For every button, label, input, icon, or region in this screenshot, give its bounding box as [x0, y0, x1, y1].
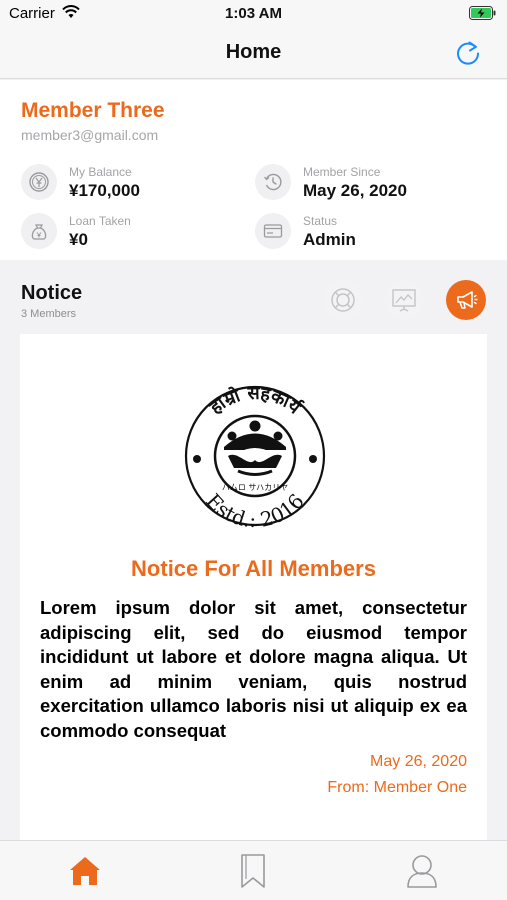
stat-label: Status: [303, 214, 338, 228]
id-card-icon: [255, 213, 291, 249]
refresh-icon[interactable]: [453, 38, 483, 68]
money-bag-icon: [21, 213, 57, 249]
logo-middle-text: ハムロ サハカリヤ: [222, 483, 288, 492]
logo-top-text: हाम्रो सहकार्य: [205, 384, 306, 419]
svg-text:Estd.: 2016: Estd.: 2016: [201, 489, 309, 528]
people-emblem-icon: [224, 420, 286, 476]
status-time: 1:03 AM: [225, 5, 282, 22]
stat-value: ¥0: [69, 230, 88, 249]
profile-card: Member Three member3@gmail.com My Balanc…: [0, 80, 507, 260]
megaphone-icon: [457, 291, 478, 309]
tab-profile[interactable]: [402, 851, 442, 891]
tab-bar: [0, 840, 507, 900]
notice-sender: From: Member One: [327, 779, 467, 796]
yen-coin-icon: [21, 164, 57, 200]
stat-my-balance: My Balance ¥170,000: [21, 162, 241, 202]
member-email: member3@gmail.com: [21, 127, 159, 143]
notice-body: Lorem ipsum dolor sit amet, consectetur …: [40, 597, 467, 741]
presentation-icon: [392, 289, 416, 312]
stat-value: Admin: [303, 230, 356, 249]
battery-charging-icon: [469, 6, 496, 20]
stat-label: Member Since: [303, 165, 381, 179]
notice-date: May 26, 2020: [370, 753, 467, 770]
navigation-bar: Home: [0, 28, 507, 79]
notice-heading: Notice For All Members: [131, 556, 376, 581]
stat-member-since: Member Since May 26, 2020: [255, 162, 475, 202]
notice-title: Notice: [21, 282, 83, 304]
stat-value: May 26, 2020: [303, 181, 407, 200]
tab-bookmarks[interactable]: [233, 851, 273, 891]
filter-announcement-button[interactable]: [446, 280, 486, 320]
logo-bottom-text: Estd.: 2016: [201, 489, 309, 528]
stat-label: My Balance: [69, 165, 132, 179]
profile-icon: [407, 855, 437, 888]
member-name: Member Three: [21, 99, 165, 122]
stat-label: Loan Taken: [69, 214, 131, 228]
bookmark-icon: [241, 854, 265, 888]
notice-member-count: 3 Members: [21, 308, 77, 320]
stat-loan-taken: Loan Taken ¥0: [21, 211, 241, 251]
filter-lifebuoy-button[interactable]: [323, 280, 363, 320]
notice-card[interactable]: हाम्रो सहकार्य Estd.: 2016 ハムロ サハカリヤ Not…: [20, 334, 487, 840]
lifebuoy-icon: [331, 288, 355, 312]
svg-text:हाम्रो सहकार्य: हाम्रो सहकार्य: [205, 384, 306, 419]
status-bar: Carrier 1:03 AM: [0, 0, 507, 28]
tab-home[interactable]: [65, 851, 105, 891]
history-clock-icon: [255, 164, 291, 200]
stat-status: Status Admin: [255, 211, 475, 251]
stat-value: ¥170,000: [69, 181, 140, 200]
notice-header: Notice 3 Members: [0, 264, 507, 334]
filter-presentation-button[interactable]: [384, 280, 424, 320]
page-title: Home: [225, 41, 282, 63]
cooperative-seal-logo: हाम्रो सहकार्य Estd.: 2016 ハムロ サハカリヤ: [184, 384, 326, 528]
home-icon: [70, 857, 100, 885]
